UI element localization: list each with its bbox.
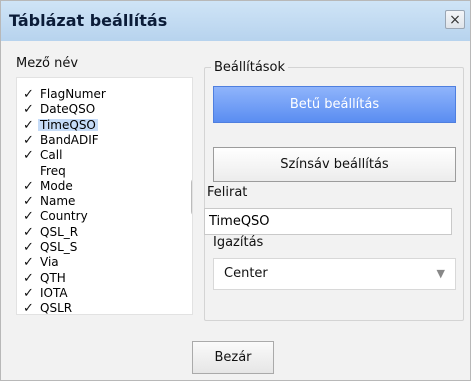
checkmark-icon[interactable]: ✓ — [22, 302, 35, 314]
unchecked-box-icon[interactable] — [22, 165, 35, 178]
checkmark-icon[interactable]: ✓ — [22, 103, 35, 116]
list-item[interactable]: ✓ DateQSO — [21, 102, 171, 117]
alignment-label: Igazítás — [213, 235, 264, 250]
list-item[interactable]: ✓ FlagNumer — [21, 87, 171, 101]
list-item[interactable]: ✓ QTH — [21, 270, 171, 285]
list-item-label: IOTA — [40, 285, 68, 300]
checkmark-icon[interactable]: ✓ — [22, 287, 35, 300]
checkmark-icon[interactable]: ✓ — [22, 210, 35, 223]
close-button[interactable]: Bezár — [192, 341, 274, 374]
field-name-label: Mező név — [16, 56, 79, 71]
checkmark-icon[interactable]: ✓ — [22, 134, 35, 147]
checkmark-icon[interactable]: ✓ — [22, 195, 35, 208]
list-item-label: Freq — [40, 163, 66, 178]
chevron-down-icon: ▼ — [436, 267, 445, 280]
checkmark-icon[interactable]: ✓ — [22, 241, 35, 254]
list-item-label: Mode — [40, 178, 73, 193]
alignment-select[interactable]: Center ▼ — [213, 258, 456, 290]
list-item[interactable]: ✓ Mode — [21, 178, 171, 193]
list-item[interactable]: ✓ Via — [21, 255, 171, 270]
font-settings-button[interactable]: Betű beállítás — [213, 86, 456, 123]
list-item-label: QSL_R — [40, 224, 79, 239]
list-item-label: DateQSO — [40, 102, 96, 117]
list-item-label: Name — [40, 194, 76, 209]
list-item-label: Call — [40, 148, 63, 163]
list-item-label: QSLR — [40, 301, 73, 315]
dialog-title: Táblázat beállítás — [9, 11, 168, 30]
settings-group-title: Beállítások — [211, 60, 289, 75]
list-item[interactable]: ✓ TimeQSO — [21, 117, 171, 132]
list-item-label: Country — [40, 209, 88, 224]
list-item-label: QTH — [40, 270, 66, 285]
list-item[interactable]: ✓ Country — [21, 209, 171, 224]
close-icon[interactable]: × — [445, 10, 465, 29]
checkmark-icon[interactable]: ✓ — [22, 226, 35, 239]
color-band-settings-button[interactable]: Színsáv beállítás — [213, 147, 456, 182]
alignment-value: Center — [224, 266, 268, 281]
list-item[interactable]: ✓ QSL_R — [21, 224, 171, 239]
list-item[interactable]: ✓ QSL_S — [21, 240, 171, 254]
table-settings-dialog: Táblázat beállítás × Mező név ✓ FlagNumer… — [0, 0, 471, 381]
list-item[interactable]: ✓ QSLR — [21, 302, 171, 314]
checkmark-icon[interactable]: ✓ — [22, 119, 35, 132]
caption-input[interactable]: TimeQSO — [204, 208, 452, 235]
field-checklist[interactable]: ✓ FlagNumer ✓ DateQSO ✓ TimeQSO ✓ BandADIF ✓ Call… — [16, 77, 193, 315]
checkmark-icon[interactable]: ✓ — [22, 88, 35, 101]
caption-label: Felirat — [207, 185, 248, 200]
list-item[interactable]: ✓ IOTA — [21, 285, 171, 300]
list-item[interactable]: ✓ BandADIF — [21, 132, 171, 147]
list-item-label: FlagNumer — [40, 87, 106, 101]
scrollbar-thumb[interactable] — [191, 178, 192, 216]
checkmark-icon[interactable]: ✓ — [22, 272, 35, 285]
list-item-label: QSL_S — [40, 240, 78, 254]
list-item[interactable]: ✓ Call — [21, 148, 171, 163]
list-item[interactable]: ✓ Name — [21, 194, 171, 209]
checkmark-icon[interactable]: ✓ — [22, 256, 35, 269]
list-item-label: Via — [40, 255, 59, 270]
title-bar[interactable]: Táblázat beállítás × — [1, 1, 470, 41]
list-item[interactable]: Freq — [21, 165, 171, 177]
checkmark-icon[interactable]: ✓ — [22, 149, 35, 162]
list-item-label: BandADIF — [40, 132, 99, 147]
list-item-label: TimeQSO — [38, 117, 98, 132]
checkmark-icon[interactable]: ✓ — [22, 180, 35, 193]
